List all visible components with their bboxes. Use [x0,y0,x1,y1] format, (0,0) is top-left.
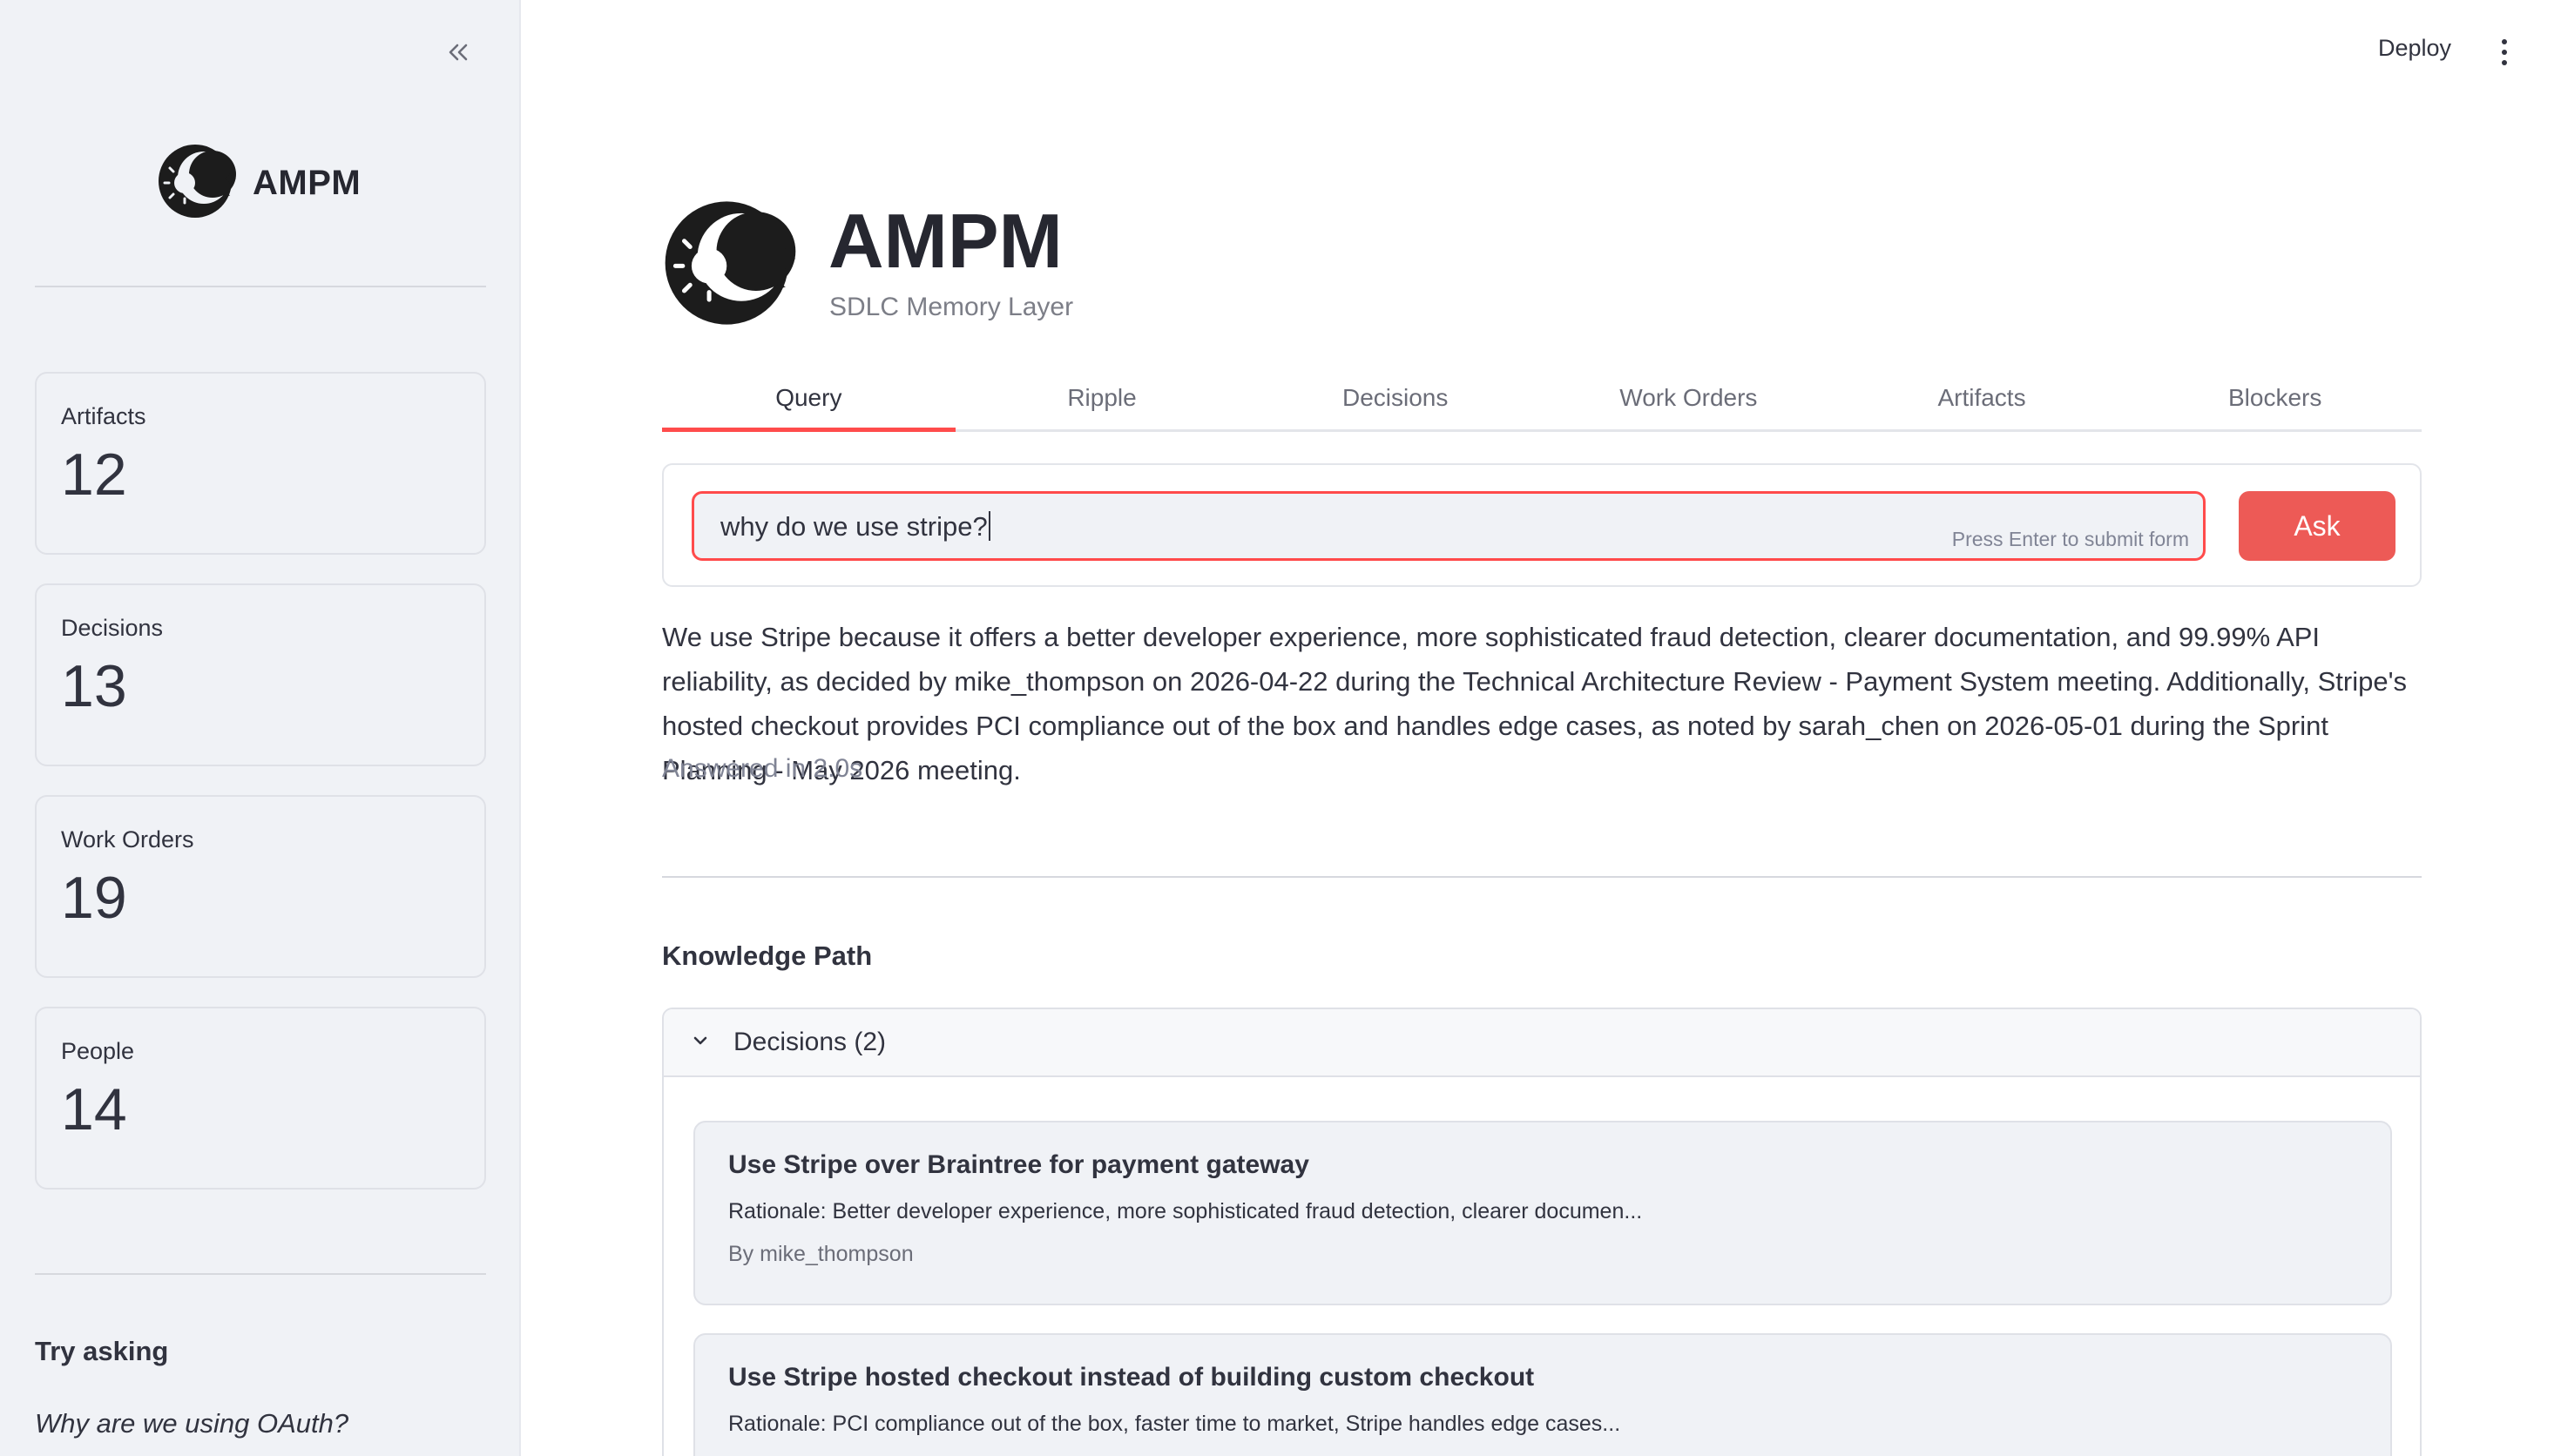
deploy-button[interactable]: Deploy [2378,35,2451,62]
page-subtitle: SDLC Memory Layer [829,293,1074,321]
metric-decisions: Decisions 13 [35,583,486,766]
ampm-logo-icon [157,143,240,224]
metric-value: 19 [61,865,127,931]
metric-value: 12 [61,442,127,508]
submit-hint: Press Enter to submit form [1951,528,2189,550]
try-asking-title: Try asking [35,1336,169,1366]
decision-title: Use Stripe over Braintree for payment ga… [728,1150,1309,1179]
sidebar: AMPM Artifacts 12 Decisions 13 Work Orde… [0,0,521,1456]
chevron-down-icon [690,1030,711,1055]
sidebar-divider [35,1273,486,1275]
tab-bar: Query Ripple Decisions Work Orders Artif… [662,366,2422,432]
metric-work-orders: Work Orders 19 [35,795,486,978]
query-input-value: why do we use stripe? [720,511,988,542]
decision-rationale: Rationale: PCI compliance out of the box… [728,1412,1621,1436]
main-divider [662,876,2422,878]
metric-label: Decisions [61,615,164,641]
answer-text: We use Stripe because it offers a better… [662,622,2408,785]
query-input[interactable]: why do we use stripe? Press Enter to sub… [692,491,2206,561]
tab-ripple[interactable]: Ripple [956,366,1249,429]
metric-value: 13 [61,653,127,719]
decision-rationale: Rationale: Better developer experience, … [728,1199,1643,1223]
collapse-sidebar-icon[interactable] [437,31,479,73]
metric-label: Artifacts [61,403,146,429]
decision-title: Use Stripe hosted checkout instead of bu… [728,1363,1535,1392]
expander-label: Decisions (2) [733,1028,887,1056]
query-form: why do we use stripe? Press Enter to sub… [662,463,2422,587]
decision-card: Use Stripe over Braintree for payment ga… [693,1121,2392,1305]
decision-author: By mike_thompson [728,1242,914,1266]
sidebar-divider [35,286,486,287]
answer-timing: Answered in 2.0s [662,754,863,783]
decisions-expander-header[interactable]: Decisions (2) [664,1009,2420,1077]
decision-card: Use Stripe hosted checkout instead of bu… [693,1333,2392,1456]
tab-artifacts[interactable]: Artifacts [1835,366,2129,429]
try-asking-suggestion[interactable]: Why are we using OAuth? [35,1408,348,1439]
ask-button[interactable]: Ask [2239,491,2395,561]
metric-value: 14 [61,1076,127,1143]
page-title: AMPM [828,198,1063,284]
metric-artifacts: Artifacts 12 [35,372,486,555]
kebab-menu-icon[interactable] [2491,33,2517,71]
ampm-logo-icon [660,199,805,332]
metric-people: People 14 [35,1007,486,1190]
sidebar-logo: AMPM [157,143,361,224]
tab-work-orders[interactable]: Work Orders [1542,366,1835,429]
metric-label: People [61,1038,135,1064]
text-caret [988,511,990,541]
tab-query[interactable]: Query [662,366,956,432]
tab-blockers[interactable]: Blockers [2128,366,2422,429]
metric-label: Work Orders [61,826,194,853]
decisions-expander: Decisions (2) Use Stripe over Braintree … [662,1008,2422,1456]
knowledge-path-title: Knowledge Path [662,940,873,971]
tab-decisions[interactable]: Decisions [1248,366,1542,429]
sidebar-brand: AMPM [253,164,362,202]
